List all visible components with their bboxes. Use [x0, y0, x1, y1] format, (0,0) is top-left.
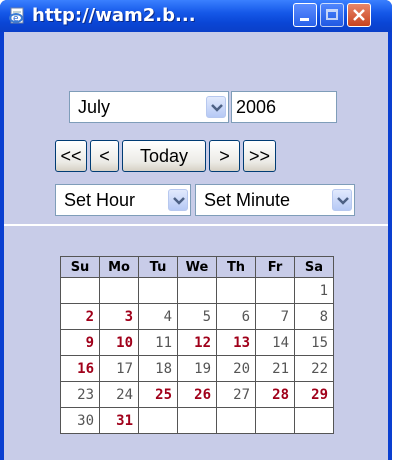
calendar-empty-cell: [60, 277, 100, 304]
hour-select[interactable]: Set Hour: [55, 184, 191, 216]
calendar-day-cell[interactable]: 8: [294, 303, 334, 330]
day-header: Tu: [138, 256, 178, 278]
day-header: Mo: [99, 256, 139, 278]
calendar-grid: Su Mo Tu We Th Fr Sa 1 2 3 4 5 6 7 8 9 10 11 12 13 14…: [60, 256, 334, 434]
calendar-week-row: 1: [60, 277, 334, 304]
calendar-week-row: 30 31: [60, 407, 334, 434]
calendar-day-cell[interactable]: 16: [60, 355, 100, 382]
maximize-icon: [326, 9, 338, 20]
calendar-week-row: 16 17 18 19 20 21 22: [60, 355, 334, 382]
calendar-day-cell[interactable]: 27: [216, 381, 256, 408]
minute-select-value: Set Minute: [204, 190, 291, 210]
calendar-day-cell[interactable]: 19: [177, 355, 217, 382]
section-divider: [4, 224, 388, 226]
hour-select-value: Set Hour: [64, 190, 136, 210]
day-header: Sa: [294, 256, 334, 278]
month-select-value: July: [78, 97, 111, 117]
calendar-day-cell[interactable]: 4: [138, 303, 178, 330]
calendar-empty-cell: [99, 277, 139, 304]
minimize-button[interactable]: [293, 3, 317, 27]
today-button[interactable]: Today: [122, 140, 206, 172]
calendar-day-cell[interactable]: 26: [177, 381, 217, 408]
day-header: Fr: [255, 256, 295, 278]
calendar-empty-cell: [138, 407, 178, 434]
calendar-empty-cell: [216, 277, 256, 304]
calendar-popup-body: July 2006 << < Today > >> Set Hour Set M…: [4, 32, 388, 460]
calendar-empty-cell: [216, 407, 256, 434]
ie-page-icon: e: [8, 7, 26, 25]
calendar-day-cell[interactable]: 5: [177, 303, 217, 330]
month-select[interactable]: July: [69, 91, 229, 123]
calendar-day-cell[interactable]: 25: [138, 381, 178, 408]
title-bar[interactable]: e http://wam2.b...: [0, 0, 392, 32]
window-title: http://wam2.b...: [32, 5, 196, 26]
previous-month-button[interactable]: <: [90, 140, 119, 172]
calendar-day-cell[interactable]: 15: [294, 329, 334, 356]
chevron-down-icon[interactable]: [332, 189, 352, 211]
chevron-down-icon[interactable]: [206, 96, 226, 118]
day-header: We: [177, 256, 217, 278]
minimize-icon: [300, 18, 309, 21]
calendar-empty-cell: [255, 277, 295, 304]
maximize-button[interactable]: [320, 3, 344, 27]
calendar-day-cell[interactable]: 11: [138, 329, 178, 356]
calendar-day-cell[interactable]: 9: [60, 329, 100, 356]
calendar-day-cell[interactable]: 22: [294, 355, 334, 382]
minute-select[interactable]: Set Minute: [195, 184, 355, 216]
calendar-day-cell[interactable]: 14: [255, 329, 295, 356]
calendar-day-cell[interactable]: 12: [177, 329, 217, 356]
calendar-day-cell[interactable]: 1: [294, 277, 334, 304]
day-header-row: Su Mo Tu We Th Fr Sa: [60, 256, 334, 278]
calendar-day-cell[interactable]: 7: [255, 303, 295, 330]
chevron-down-icon[interactable]: [168, 189, 188, 211]
popup-window: e http://wam2.b... July 2006 << < Today …: [0, 0, 392, 460]
calendar-day-cell[interactable]: 2: [60, 303, 100, 330]
previous-year-button[interactable]: <<: [55, 140, 87, 172]
calendar-day-cell[interactable]: 30: [60, 407, 100, 434]
day-header: Th: [216, 256, 256, 278]
calendar-day-cell[interactable]: 29: [294, 381, 334, 408]
calendar-empty-cell: [138, 277, 178, 304]
calendar-day-cell[interactable]: 28: [255, 381, 295, 408]
calendar-week-row: 2345678: [60, 303, 334, 330]
close-icon: [353, 9, 365, 21]
next-year-button[interactable]: >>: [243, 140, 276, 172]
calendar-day-cell[interactable]: 23: [60, 381, 100, 408]
calendar-day-cell[interactable]: 24: [99, 381, 139, 408]
next-month-button[interactable]: >: [209, 140, 240, 172]
calendar-empty-cell: [177, 407, 217, 434]
calendar-day-cell[interactable]: 20: [216, 355, 256, 382]
year-input-value: 2006: [236, 97, 277, 117]
calendar-day-cell[interactable]: 18: [138, 355, 178, 382]
calendar-day-cell[interactable]: 6: [216, 303, 256, 330]
calendar-week-row: 9 10 11 12 13 14 15: [60, 329, 334, 356]
calendar-day-cell[interactable]: 21: [255, 355, 295, 382]
calendar-day-cell[interactable]: 13: [216, 329, 256, 356]
calendar-day-cell[interactable]: 17: [99, 355, 139, 382]
calendar-day-cell[interactable]: 3: [99, 303, 139, 330]
calendar-week-row: 23 24 25 26 27 28 29: [60, 381, 334, 408]
calendar-day-cell[interactable]: 31: [99, 407, 139, 434]
close-button[interactable]: [347, 3, 371, 27]
svg-text:e: e: [13, 14, 19, 24]
calendar-empty-cell: [294, 407, 334, 434]
calendar-day-cell[interactable]: 10: [99, 329, 139, 356]
year-input[interactable]: 2006: [231, 91, 337, 123]
day-header: Su: [60, 256, 100, 278]
calendar-empty-cell: [255, 407, 295, 434]
calendar-empty-cell: [177, 277, 217, 304]
